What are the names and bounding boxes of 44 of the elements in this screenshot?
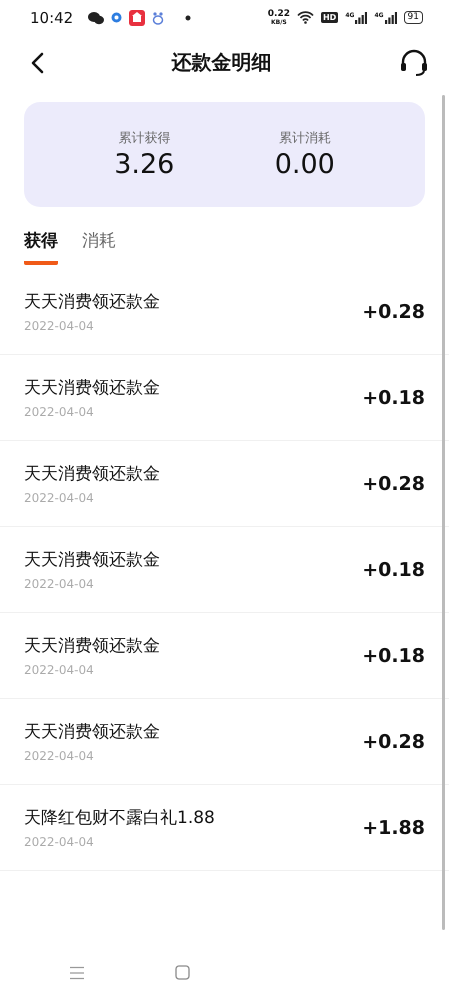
- notification-dot-icon: [185, 14, 192, 20]
- record-date: 2022-04-04: [24, 663, 95, 677]
- tab[interactable]: 消耗: [82, 225, 116, 265]
- home-icon[interactable]: [175, 965, 190, 980]
- record-title: 天降红包财不露白礼1.88: [24, 807, 215, 829]
- record-amount: +0.18: [362, 644, 425, 666]
- record-title: 天天消费领还款金: [24, 377, 160, 399]
- back-icon[interactable]: [30, 52, 44, 74]
- headset-icon[interactable]: [399, 48, 429, 76]
- record-title: 天天消费领还款金: [24, 291, 160, 313]
- summary-value: 0.00: [274, 149, 335, 180]
- record-amount: +0.28: [362, 300, 425, 322]
- record-title: 天天消费领还款金: [24, 463, 160, 485]
- record-date: 2022-04-04: [24, 405, 95, 419]
- paw-app-icon: [152, 10, 164, 24]
- tab[interactable]: 获得: [24, 225, 58, 265]
- circle-app-icon: [111, 12, 122, 23]
- menu-icon[interactable]: [69, 966, 85, 980]
- record-date: 2022-04-04: [24, 749, 95, 763]
- record-date: 2022-04-04: [24, 577, 95, 591]
- record-date: 2022-04-04: [24, 319, 95, 333]
- summary-label: 累计消耗: [278, 130, 331, 147]
- record-title: 天天消费领还款金: [24, 549, 160, 571]
- record-amount: +0.28: [362, 730, 425, 752]
- wifi-icon: [296, 11, 314, 24]
- hd-badge: HD: [320, 12, 338, 23]
- battery-indicator: 91: [404, 11, 423, 24]
- record-amount: +0.18: [362, 558, 425, 580]
- shop-app-icon: [129, 10, 146, 26]
- signal-icon: [384, 12, 397, 24]
- network-speed: 0.22: [268, 10, 290, 18]
- record-amount: +0.28: [362, 472, 425, 494]
- record-amount: +1.88: [362, 816, 425, 838]
- status-time: 10:42: [30, 8, 74, 26]
- record-date: 2022-04-04: [24, 835, 95, 849]
- record-title: 天天消费领还款金: [24, 721, 160, 743]
- signal-icon: [355, 12, 368, 24]
- record-amount: +0.18: [362, 386, 425, 408]
- record-title: 天天消费领还款金: [24, 635, 160, 657]
- summary-value: 3.26: [114, 149, 174, 180]
- summary-label: 累计获得: [118, 130, 170, 147]
- page-title: 还款金明细: [172, 49, 272, 76]
- record-date: 2022-04-04: [24, 491, 95, 505]
- chat-bubbles-icon: [88, 10, 104, 24]
